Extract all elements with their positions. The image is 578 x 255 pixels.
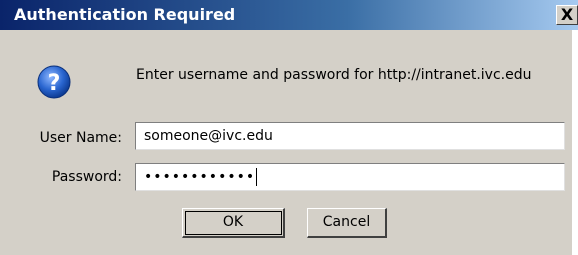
svg-text:?: ? <box>48 71 61 96</box>
cancel-button[interactable]: Cancel <box>307 208 387 238</box>
question-icon: ? <box>37 65 71 99</box>
username-label: User Name: <box>39 130 122 146</box>
auth-dialog: Authentication Required X ? Enter userna… <box>0 0 578 255</box>
dialog-title: Authentication Required <box>14 5 236 24</box>
username-value: someone@ivc.edu <box>144 128 273 144</box>
password-field[interactable]: •••••••••••• <box>135 163 565 191</box>
dialog-body: ? Enter username and password for http:/… <box>0 30 578 255</box>
text-caret <box>256 168 258 186</box>
password-label: Password: <box>51 169 122 185</box>
close-button[interactable]: X <box>556 5 578 25</box>
prompt-message: Enter username and password for http://i… <box>136 67 532 83</box>
window-edge <box>572 30 578 255</box>
close-icon: X <box>560 5 574 24</box>
username-field[interactable]: someone@ivc.edu <box>135 122 565 150</box>
title-bar[interactable]: Authentication Required X <box>0 0 578 30</box>
password-value: •••••••••••• <box>144 169 256 185</box>
ok-button[interactable]: OK <box>182 208 285 238</box>
